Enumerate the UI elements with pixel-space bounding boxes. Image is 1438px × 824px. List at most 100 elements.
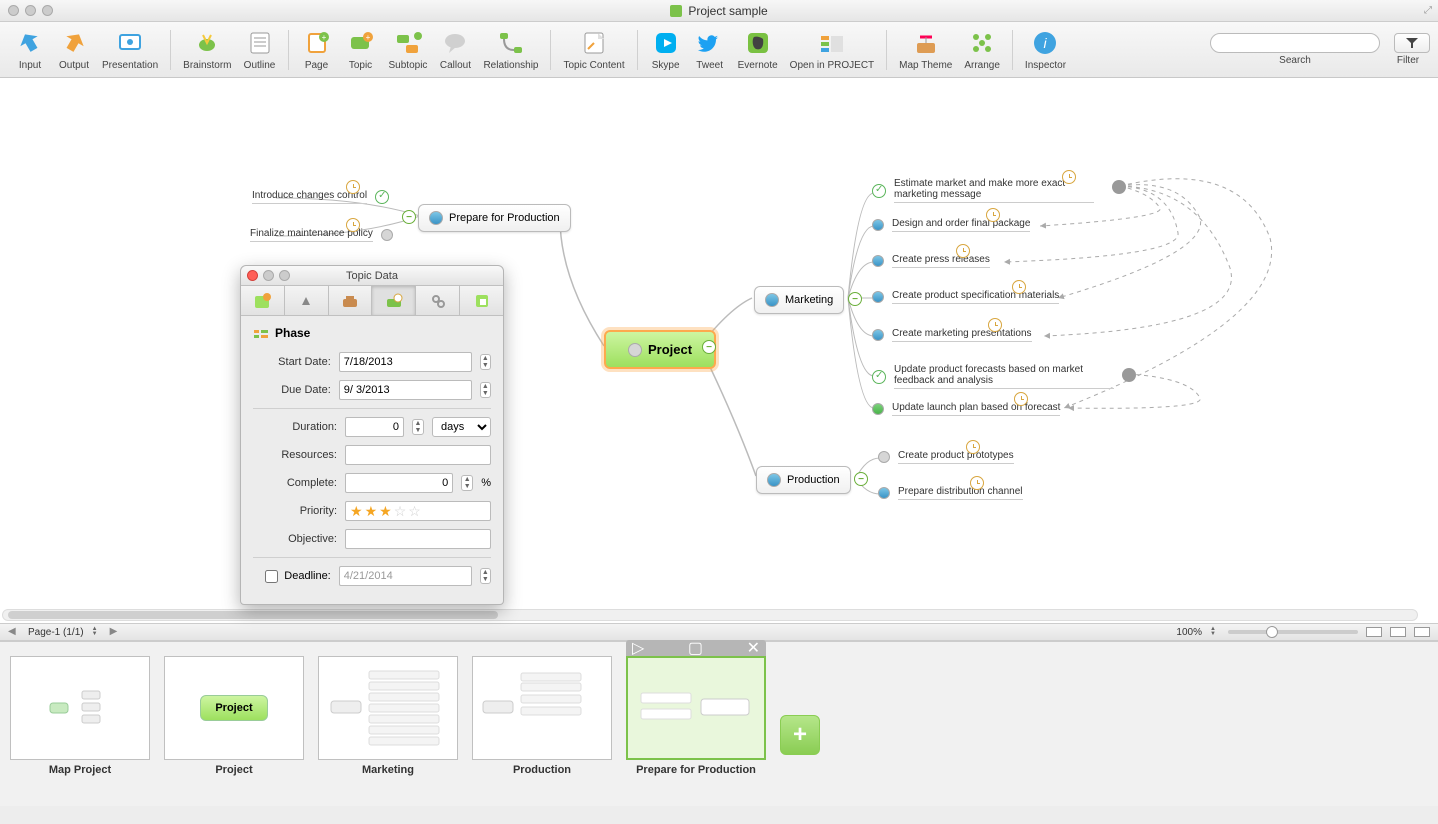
zoom-stepper[interactable]: ▲▼ [1210, 627, 1220, 637]
dialog-tab-6[interactable] [460, 286, 503, 315]
page-button[interactable]: + Page [295, 28, 339, 71]
subtopic[interactable]: Prepare distribution channel [878, 486, 1023, 500]
output-button[interactable]: Output [52, 28, 96, 71]
snapshot-slide-icon[interactable]: ▢ [688, 638, 703, 658]
complete-field[interactable] [345, 473, 453, 493]
prev-page-icon[interactable]: ◀ [8, 626, 20, 638]
complete-stepper[interactable]: ▲▼ [461, 475, 473, 491]
topic-marketing[interactable]: Marketing [754, 286, 844, 314]
arrange-button[interactable]: Arrange [958, 28, 1006, 71]
outline-button[interactable]: Outline [238, 28, 282, 71]
dialog-titlebar[interactable]: Topic Data [241, 266, 503, 286]
zoom-level: 100% [1176, 627, 1202, 638]
dialog-tab-2[interactable] [285, 286, 329, 315]
zoom-slider[interactable] [1228, 630, 1358, 634]
mindmap-canvas[interactable]: Project − Prepare for Production − Intro… [0, 78, 1438, 623]
open-project-button[interactable]: Open in PROJECT [784, 28, 880, 71]
filter-button[interactable] [1394, 33, 1430, 53]
map-theme-button[interactable]: Map Theme [893, 28, 958, 71]
slide-thumbnail[interactable]: Production [472, 656, 612, 792]
inspector-button[interactable]: i Inspector [1019, 28, 1072, 71]
subtopic[interactable]: Design and order final package [872, 218, 1030, 232]
subtopic[interactable]: Update launch plan based on forecast [872, 402, 1060, 416]
deadline-field[interactable] [339, 566, 472, 586]
due-date-stepper[interactable]: ▲▼ [480, 382, 491, 398]
search-input[interactable] [1210, 33, 1380, 53]
input-button[interactable]: Input [8, 28, 52, 71]
clock-icon [346, 218, 360, 232]
collapse-icon[interactable]: − [702, 340, 716, 354]
phase-heading: Phase [253, 326, 491, 340]
relationship-source-icon[interactable] [1112, 180, 1126, 194]
priority-stars[interactable]: ★★★☆☆ [350, 503, 421, 520]
callout-button[interactable]: Callout [433, 28, 477, 71]
fullscreen-icon[interactable]: ⤢ [1424, 5, 1432, 16]
relationship-source-icon[interactable] [1122, 368, 1136, 382]
subtopic[interactable]: Create marketing presentations [872, 328, 1032, 342]
dialog-body: Phase Start Date: ▲▼ Due Date: ▲▼ Durati… [241, 316, 503, 604]
start-date-field[interactable] [339, 352, 472, 372]
topic-content-button[interactable]: Topic Content [557, 28, 630, 71]
topic-button[interactable]: + Topic [339, 28, 383, 71]
search-label: Search [1279, 55, 1311, 66]
slide-thumbnail-current[interactable]: ▷ ▢ ✕ Prepare for Production [626, 656, 766, 792]
topic-prepare[interactable]: Prepare for Production [418, 204, 571, 232]
start-date-label: Start Date: [253, 356, 331, 368]
tweet-button[interactable]: Tweet [688, 28, 732, 71]
subtopic[interactable]: Create product specification materials [872, 290, 1059, 304]
play-slide-icon[interactable]: ▷ [632, 638, 644, 658]
slide-thumbnail[interactable]: Marketing [318, 656, 458, 792]
minimize-dialog-icon[interactable] [263, 270, 274, 281]
resources-field[interactable] [345, 445, 491, 465]
evernote-button[interactable]: Evernote [732, 28, 784, 71]
priority-field[interactable]: ★★★☆☆ [345, 501, 491, 521]
close-dialog-icon[interactable] [247, 270, 258, 281]
close-slide-icon[interactable]: ✕ [747, 638, 760, 658]
skype-button[interactable]: Skype [644, 28, 688, 71]
zoom-dialog-icon[interactable] [279, 270, 290, 281]
page-stepper[interactable]: ▲▼ [92, 627, 102, 637]
collapse-icon[interactable]: − [854, 472, 868, 486]
due-date-field[interactable] [339, 380, 472, 400]
topic-data-dialog[interactable]: Topic Data Phase Start Date: ▲▼ Due Date… [240, 265, 504, 605]
dialog-tab-3[interactable] [329, 286, 373, 315]
subtopic[interactable]: Finalize maintenance policy [250, 228, 393, 242]
add-slide-button[interactable] [780, 715, 820, 755]
presentation-button[interactable]: Presentation [96, 28, 164, 71]
deadline-stepper[interactable]: ▲▼ [480, 568, 491, 584]
dialog-tab-1[interactable] [241, 286, 285, 315]
subtopic[interactable]: Estimate market and make more exact mark… [872, 178, 1094, 203]
horizontal-scrollbar[interactable] [2, 609, 1418, 621]
dialog-tab-5[interactable] [416, 286, 460, 315]
next-page-icon[interactable]: ▶ [110, 626, 122, 638]
relationship-button[interactable]: Relationship [477, 28, 544, 71]
zoom-knob[interactable] [1266, 626, 1278, 638]
scrollbar-thumb[interactable] [8, 611, 498, 619]
subtopic[interactable]: Update product forecasts based on market… [872, 364, 1114, 389]
status-dot-icon [872, 403, 884, 415]
brainstorm-button[interactable]: Brainstorm [177, 28, 237, 71]
deadline-checkbox[interactable] [265, 570, 278, 583]
start-date-stepper[interactable]: ▲▼ [480, 354, 491, 370]
slide-thumbnail[interactable]: Map Project [10, 656, 150, 792]
view-mode-2-icon[interactable] [1390, 627, 1406, 637]
dialog-tab-4[interactable] [372, 286, 416, 315]
view-mode-3-icon[interactable] [1414, 627, 1430, 637]
clock-icon [1012, 280, 1026, 294]
subtopic[interactable]: Introduce changes control [252, 190, 389, 204]
view-mode-1-icon[interactable] [1366, 627, 1382, 637]
collapse-icon[interactable]: − [402, 210, 416, 224]
filter-icon [1405, 37, 1419, 49]
duration-stepper[interactable]: ▲▼ [412, 419, 424, 435]
collapse-icon[interactable]: − [848, 292, 862, 306]
subtopic-button[interactable]: Subtopic [383, 28, 434, 71]
duration-label: Duration: [253, 421, 337, 433]
topic-center[interactable]: Project [604, 330, 716, 369]
duration-unit-select[interactable]: days [432, 417, 491, 437]
slide-thumbnail[interactable]: Project Project [164, 656, 304, 792]
objective-field[interactable] [345, 529, 491, 549]
duration-field[interactable] [345, 417, 404, 437]
subtopic[interactable]: Create press releases [872, 254, 990, 268]
topic-production[interactable]: Production [756, 466, 851, 494]
subtopic[interactable]: Create product prototypes [878, 450, 1014, 464]
